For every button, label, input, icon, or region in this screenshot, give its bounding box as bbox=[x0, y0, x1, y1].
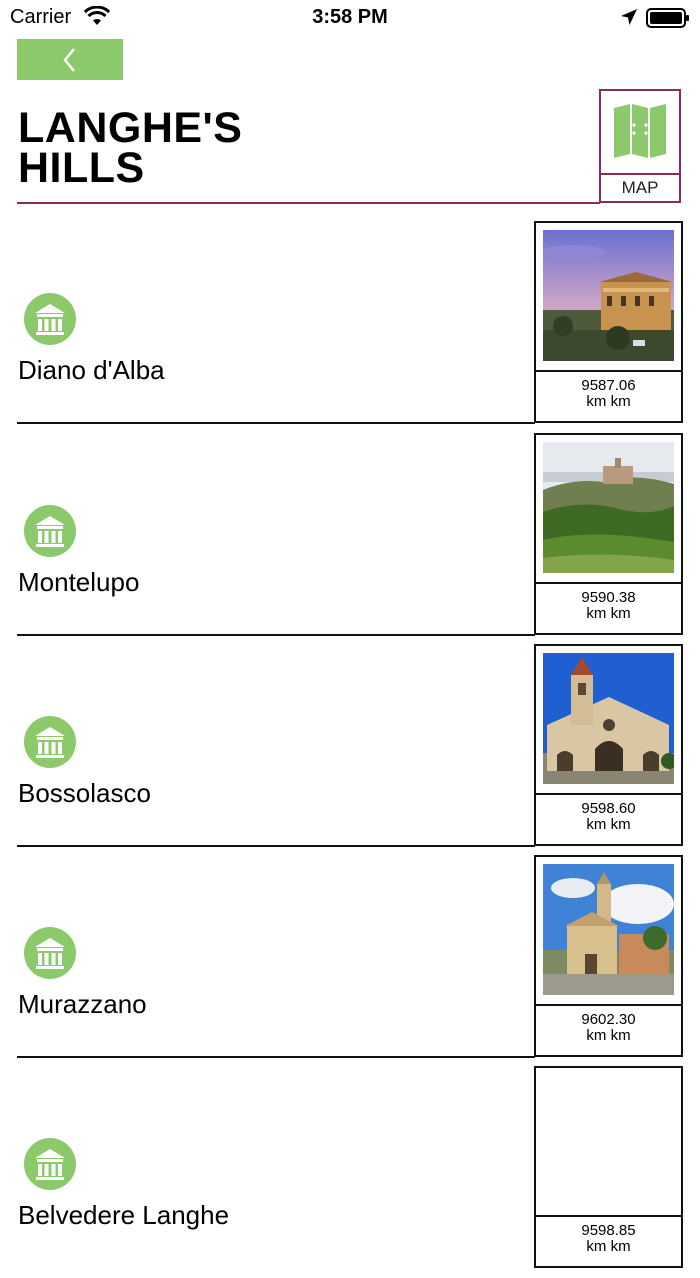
page-title: LANGHE'S HILLS bbox=[18, 104, 243, 192]
museum-icon bbox=[24, 505, 76, 557]
chevron-left-icon bbox=[63, 48, 75, 72]
item-name: Murazzano bbox=[18, 989, 147, 1019]
page-title-line2: HILLS bbox=[18, 144, 145, 192]
thumbnail-divider bbox=[536, 1004, 681, 1006]
map-button-label: MAP bbox=[621, 178, 659, 197]
distance-unit: km km bbox=[586, 1027, 631, 1044]
clock: 3:58 PM bbox=[312, 6, 388, 28]
page-title-line1: LANGHE'S bbox=[18, 104, 243, 152]
thumbnail-card[interactable]: 9602.30 km km bbox=[534, 855, 683, 1057]
folded-map-icon bbox=[614, 104, 666, 158]
distance-value: 9587.06 bbox=[581, 377, 636, 394]
thumbnail-divider bbox=[536, 1215, 681, 1217]
status-bar: Carrier 3:58 PM bbox=[0, 0, 700, 36]
thumbnail-divider bbox=[536, 793, 681, 795]
thumbnail-divider bbox=[536, 582, 681, 584]
distance-unit: km km bbox=[586, 1238, 631, 1255]
item-name: Montelupo bbox=[18, 567, 140, 597]
distance-value: 9598.60 bbox=[581, 800, 636, 817]
item-name: Diano d'Alba bbox=[18, 355, 165, 385]
place-photo bbox=[543, 442, 674, 573]
thumbnail-divider bbox=[536, 370, 681, 372]
distance-label: 9598.60 km km bbox=[536, 801, 681, 833]
item-name: Bossolasco bbox=[18, 778, 151, 808]
place-photo bbox=[543, 230, 674, 361]
distance-value: 9598.85 bbox=[581, 1222, 636, 1239]
place-photo bbox=[543, 864, 674, 995]
item-name: Belvedere Langhe bbox=[18, 1200, 230, 1230]
distance-value: 9602.30 bbox=[581, 1011, 636, 1028]
distance-label: 9590.38 km km bbox=[536, 590, 681, 622]
back-button[interactable] bbox=[17, 39, 123, 80]
row-divider bbox=[17, 1056, 535, 1058]
museum-icon bbox=[24, 293, 76, 345]
map-icon-box bbox=[601, 91, 679, 175]
thumbnail-card[interactable]: 9590.38 km km bbox=[534, 433, 683, 635]
list-item[interactable]: Diano d'Alba 9587.06 km km bbox=[0, 221, 700, 433]
row-divider bbox=[17, 634, 535, 636]
location-arrow-icon bbox=[621, 9, 637, 25]
header-divider bbox=[17, 202, 600, 204]
list-item[interactable]: Bossolasco 9598.60 km km bbox=[0, 644, 700, 856]
list-item[interactable]: Murazzano 9602.30 km km bbox=[0, 855, 700, 1067]
list-item[interactable]: Belvedere Langhe 9598.85 km km bbox=[0, 1066, 700, 1278]
museum-icon bbox=[24, 927, 76, 979]
distance-label: 9587.06 km km bbox=[536, 378, 681, 410]
distance-label: 9598.85 km km bbox=[536, 1223, 681, 1255]
distance-label: 9602.30 km km bbox=[536, 1012, 681, 1044]
distance-unit: km km bbox=[586, 816, 631, 833]
distance-value: 9590.38 bbox=[581, 589, 636, 606]
distance-unit: km km bbox=[586, 605, 631, 622]
battery-icon bbox=[646, 8, 689, 28]
row-divider bbox=[17, 845, 535, 847]
thumbnail-card[interactable]: 9598.60 km km bbox=[534, 644, 683, 846]
row-divider bbox=[17, 422, 535, 424]
map-button[interactable]: MAP bbox=[599, 89, 681, 203]
place-photo bbox=[543, 653, 674, 784]
distance-unit: km km bbox=[586, 393, 631, 410]
thumbnail-card[interactable]: 9587.06 km km bbox=[534, 221, 683, 423]
museum-icon bbox=[24, 1138, 76, 1190]
thumbnail-card[interactable]: 9598.85 km km bbox=[534, 1066, 683, 1268]
museum-icon bbox=[24, 716, 76, 768]
list-item[interactable]: Montelupo 9590.38 km km bbox=[0, 433, 700, 645]
